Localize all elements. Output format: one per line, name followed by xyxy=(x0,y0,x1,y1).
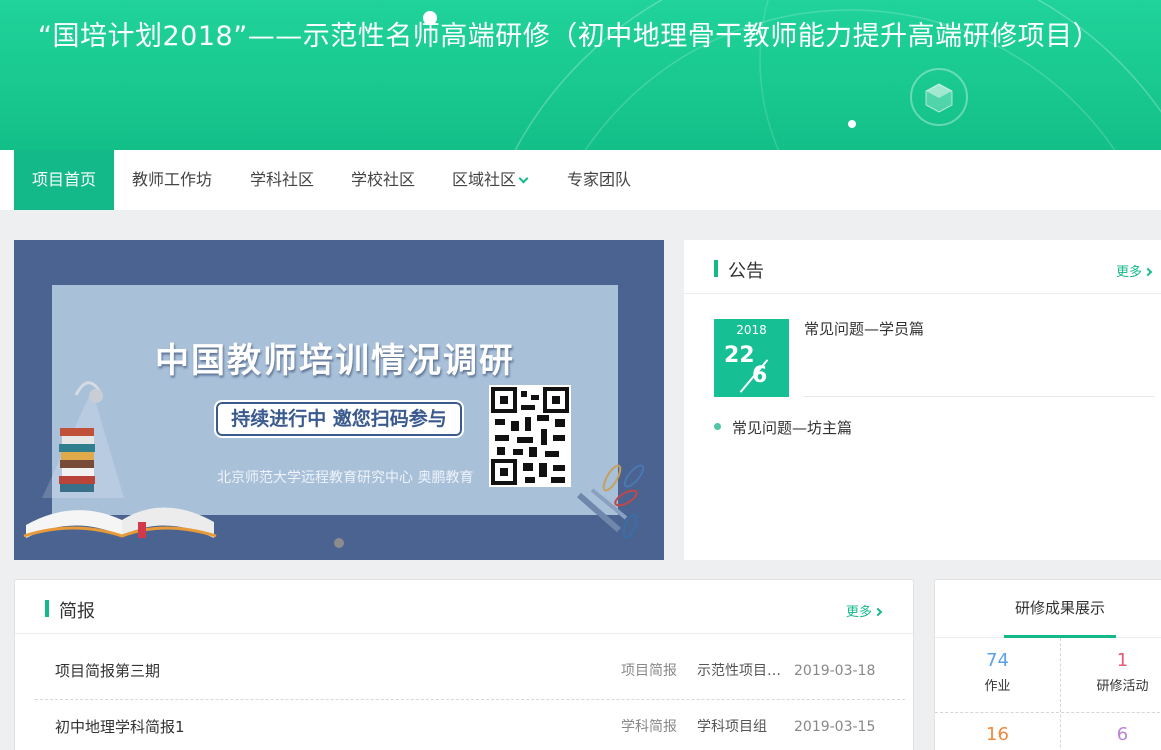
results-panel: 研修成果展示 74 作业 1 研修活动 16 6 xyxy=(934,579,1161,750)
table-row[interactable]: 项目简报第三期 项目简报 示范性项目… 2019-03-18 xyxy=(35,643,905,699)
main-nav: 项目首页 教师工作坊 学科社区 学校社区 区域社区 专家团队 xyxy=(0,150,1161,210)
results-title[interactable]: 研修成果展示 xyxy=(935,580,1161,638)
stat-value: 74 xyxy=(986,650,1009,671)
project-title: “国培计划2018”——示范性名师高端研修（初中地理骨干教师能力提升高端研修项目… xyxy=(38,21,1101,52)
brief-name[interactable]: 初中地理学科简报1 xyxy=(55,699,185,750)
more-label: 更多 xyxy=(846,605,873,620)
brief-name[interactable]: 项目简报第三期 xyxy=(55,643,160,699)
stat-value: 1 xyxy=(1116,650,1129,671)
date-month: 6 xyxy=(752,363,768,388)
chevron-down-icon xyxy=(518,173,529,184)
brief-more-link[interactable]: 更多 xyxy=(846,601,883,620)
brief-group: 学科项目组 xyxy=(697,719,767,735)
stat-label: 研修活动 xyxy=(1096,679,1149,694)
bullet-dot-icon xyxy=(714,423,721,430)
site-header: “国培计划2018”——示范性名师高端研修（初中地理骨干教师能力提升高端研修项目… xyxy=(0,0,1161,150)
notice-more-link[interactable]: 更多 xyxy=(1116,261,1153,280)
brief-category: 项目简报 xyxy=(621,663,677,679)
cube-icon xyxy=(910,68,968,126)
nav-item-home[interactable]: 项目首页 xyxy=(14,150,115,210)
brief-group: 示范性项目… xyxy=(697,663,781,679)
stat-activity[interactable]: 1 研修活动 xyxy=(1060,650,1161,694)
notice-divider xyxy=(804,396,1154,397)
notice-item-1[interactable]: 常见问题—学员篇 xyxy=(804,318,924,339)
brief-category: 学科简报 xyxy=(621,719,677,735)
nav-item-teacher-workshop[interactable]: 教师工作坊 xyxy=(132,150,212,210)
notice-header: 公告 更多 xyxy=(684,240,1161,294)
carousel-indicator[interactable] xyxy=(334,538,344,548)
date-badge: 2018 22 6 xyxy=(714,319,789,397)
brief-panel: 简报 更多 项目简报第三期 项目简报 示范性项目… 2019-03-18 初中地… xyxy=(14,579,914,750)
chevron-right-icon xyxy=(873,607,883,617)
chevron-right-icon xyxy=(1143,267,1153,277)
stat-fourth[interactable]: 6 xyxy=(1060,724,1161,745)
title-accent-bar xyxy=(45,600,49,617)
title-accent-bar xyxy=(714,260,718,277)
nav-item-school-community[interactable]: 学校社区 xyxy=(351,150,415,210)
brief-date: 2019-03-18 xyxy=(794,663,876,679)
brief-date: 2019-03-15 xyxy=(794,719,876,735)
nav-item-subject-community[interactable]: 学科社区 xyxy=(250,150,314,210)
stat-label: 作业 xyxy=(984,679,1011,694)
brief-header: 简报 更多 xyxy=(15,580,913,634)
date-day: 22 xyxy=(724,343,755,368)
more-label: 更多 xyxy=(1116,265,1143,280)
stat-third[interactable]: 16 xyxy=(935,724,1060,745)
nav-item-region-label: 区域社区 xyxy=(452,170,517,189)
table-row[interactable]: 初中地理学科简报1 学科简报 学科项目组 2019-03-15 xyxy=(35,699,905,750)
nav-item-region-community[interactable]: 区域社区 xyxy=(452,150,529,210)
book-illustration xyxy=(23,381,645,539)
notice-panel: 公告 更多 2018 22 6 常见问题—学员篇 常见问题—坊主篇 xyxy=(684,240,1161,560)
date-year: 2018 xyxy=(736,323,767,337)
stat-value: 16 xyxy=(986,724,1009,745)
grid-divider-horizontal xyxy=(935,712,1161,713)
notice-item-2[interactable]: 常见问题—坊主篇 xyxy=(732,417,852,438)
stat-value: 6 xyxy=(1116,724,1129,745)
nav-item-expert-team[interactable]: 专家团队 xyxy=(567,150,631,210)
notice-title: 公告 xyxy=(728,261,764,282)
stat-homework[interactable]: 74 作业 xyxy=(935,650,1060,694)
survey-banner[interactable]: 中国教师培训情况调研 持续进行中 邀您扫码参与 北京师范大学远程教育研究中心 奥… xyxy=(14,240,664,560)
brief-title: 简报 xyxy=(59,601,95,622)
